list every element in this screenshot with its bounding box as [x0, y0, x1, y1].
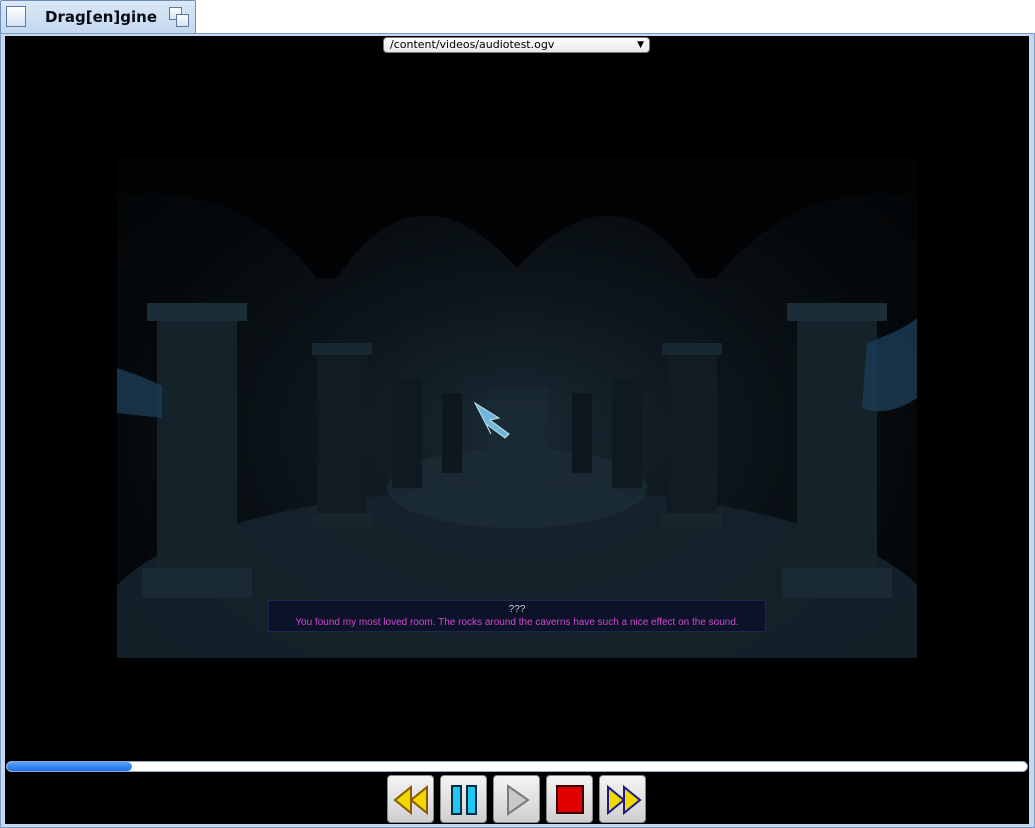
fast-forward-icon — [607, 784, 642, 816]
window-title: Drag[en]gine — [45, 8, 158, 26]
window-title-tab[interactable]: Drag[en]gine — [0, 0, 196, 33]
fast-forward-button[interactable] — [599, 775, 646, 823]
video-player: /content/videos/audiotest.ogv ▼ ??? You … — [5, 36, 1029, 824]
video-file-select-value: /content/videos/audiotest.ogv — [390, 38, 555, 51]
cavern-scene — [117, 158, 917, 658]
rewind-icon — [393, 784, 428, 816]
pause-icon — [451, 785, 477, 815]
subtitle-text: You found my most loved room. The rocks … — [295, 617, 739, 628]
subtitle-box: ??? You found my most loved room. The ro… — [268, 600, 766, 632]
video-file-select[interactable]: /content/videos/audiotest.ogv ▼ — [383, 37, 650, 53]
window-menu-icon[interactable] — [6, 6, 26, 27]
rewind-button[interactable] — [387, 775, 434, 823]
play-button[interactable] — [493, 775, 540, 823]
video-frame: ??? You found my most loved room. The ro… — [117, 158, 917, 658]
stop-button[interactable] — [546, 775, 593, 823]
play-icon — [507, 784, 530, 816]
playback-controls — [387, 775, 647, 823]
chevron-down-icon: ▼ — [637, 40, 644, 50]
subtitle-speaker: ??? — [508, 604, 526, 615]
stop-icon — [556, 785, 584, 814]
playback-progress-fill — [7, 762, 133, 771]
maximize-icon[interactable] — [168, 6, 190, 28]
playback-progress-bar[interactable] — [6, 761, 1028, 772]
pause-button[interactable] — [440, 775, 487, 823]
